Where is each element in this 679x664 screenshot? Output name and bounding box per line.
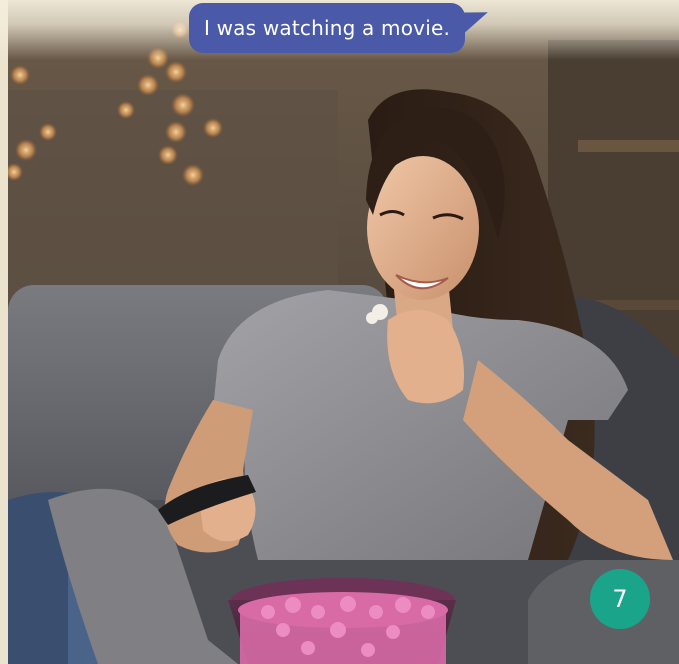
page-margin: [0, 0, 8, 664]
page-number: 7: [612, 585, 628, 613]
photo-illustration: [8, 0, 679, 664]
speech-bubble: I was watching a movie.: [189, 3, 465, 53]
woman-watching-movie-photo: [8, 0, 679, 664]
speech-bubble-text: I was watching a movie.: [203, 16, 451, 40]
page-number-badge: 7: [590, 569, 650, 629]
popcorn-bowl: [228, 578, 456, 664]
photo-scene: I was watching a movie. 7: [0, 0, 679, 664]
